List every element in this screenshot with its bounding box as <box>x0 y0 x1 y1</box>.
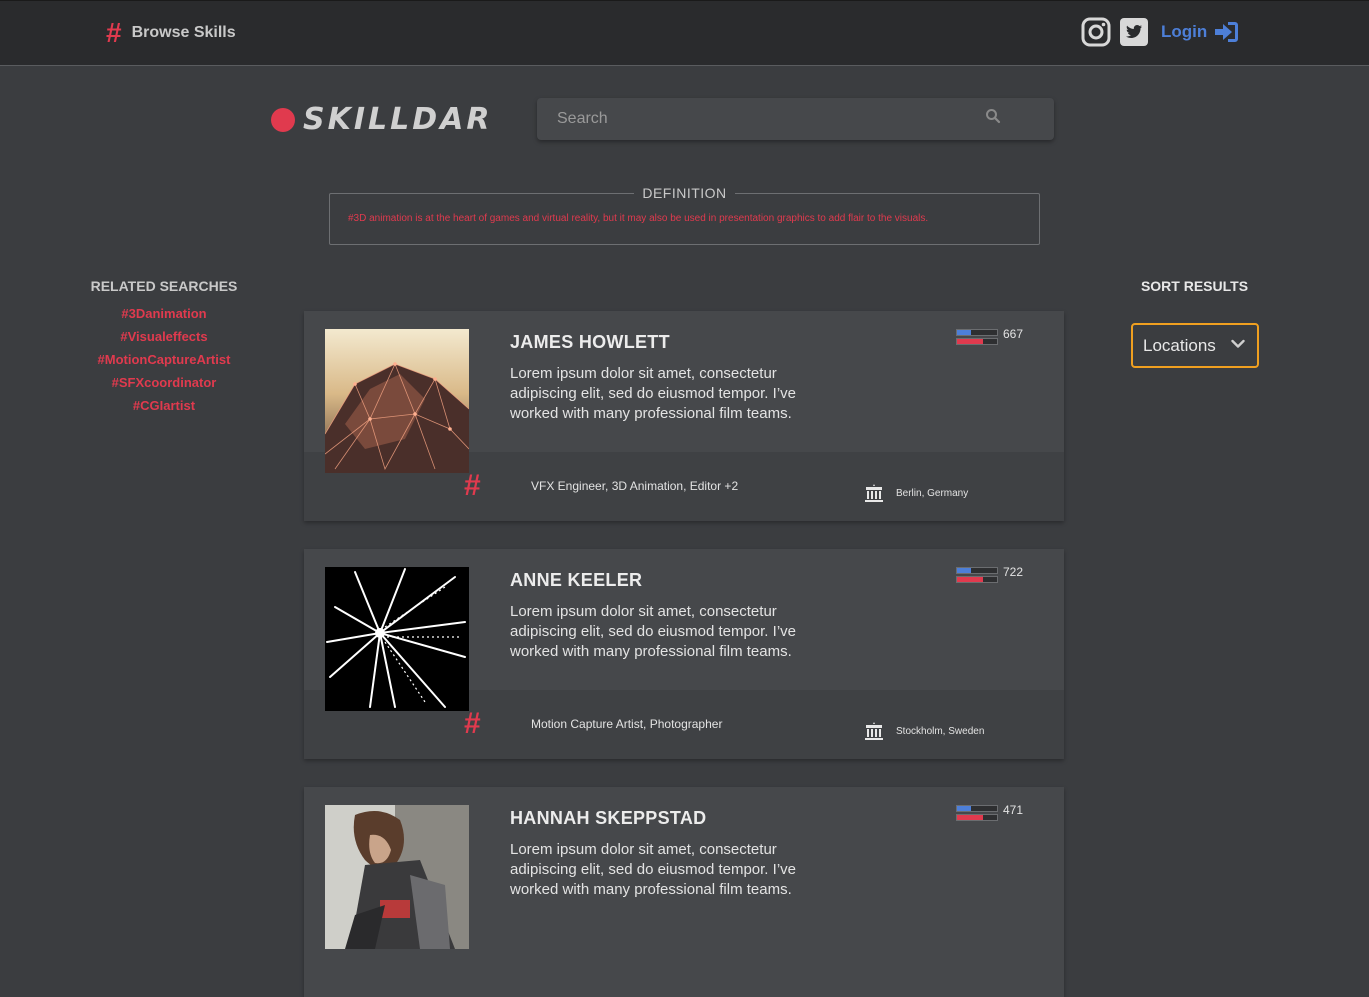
top-navbar: # Browse Skills Login <box>0 0 1369 66</box>
search-input[interactable] <box>537 98 979 140</box>
profile-score: 722 <box>956 565 1024 585</box>
profile-location: Stockholm, Sweden <box>864 721 984 741</box>
score-bar-red-fill <box>957 339 983 344</box>
related-searches-title: RELATED SEARCHES <box>90 278 238 294</box>
profile-name[interactable]: JAMES HOWLETT <box>510 332 670 353</box>
sort-select[interactable]: Locations <box>1131 323 1259 368</box>
location-text: Berlin, Germany <box>896 487 969 499</box>
score-bars <box>956 805 998 823</box>
score-bar-red-fill <box>957 815 983 820</box>
search-icon[interactable] <box>985 108 1005 128</box>
profile-description: Lorem ipsum dolor sit amet, consectetur … <box>510 841 796 898</box>
score-bar-red <box>956 814 998 821</box>
score-bar-blue <box>956 567 998 574</box>
hash-icon: # <box>464 707 481 740</box>
related-search-link[interactable]: #MotionCaptureArtist <box>80 353 248 376</box>
profile-skills: Motion Capture Artist, Photographer <box>531 717 723 731</box>
instagram-icon[interactable] <box>1081 17 1111 47</box>
landmark-icon <box>865 484 883 502</box>
browse-skills-label: Browse Skills <box>131 24 236 41</box>
definition-legend: DEFINITION <box>634 185 735 201</box>
score-bar-red-fill <box>957 577 983 582</box>
browse-skills-link[interactable]: # Browse Skills <box>106 19 236 47</box>
score-bar-red <box>956 576 998 583</box>
score-number: 471 <box>1003 803 1024 817</box>
profile-thumbnail[interactable] <box>325 567 469 711</box>
profile-card[interactable]: # JAMES HOWLETT Lorem ipsum dolor sit am… <box>304 311 1064 521</box>
twitter-icon[interactable] <box>1119 17 1149 47</box>
hash-icon: # <box>106 17 122 48</box>
login-button[interactable]: Login <box>1161 21 1239 43</box>
logo-text: SKILLDAR <box>303 102 493 137</box>
profile-thumbnail[interactable] <box>325 805 469 949</box>
profile-description: Lorem ipsum dolor sit amet, consectetur … <box>510 603 796 660</box>
profile-thumbnail[interactable] <box>325 329 469 473</box>
profile-card[interactable]: HANNAH SKEPPSTAD Lorem ipsum dolor sit a… <box>304 787 1064 997</box>
related-search-link[interactable]: #3Danimation <box>80 307 248 330</box>
related-search-link[interactable]: #Visualeffects <box>80 330 248 353</box>
score-bars <box>956 329 998 347</box>
score-bar-blue <box>956 805 998 812</box>
score-number: 722 <box>1003 565 1024 579</box>
login-label: Login <box>1161 22 1208 41</box>
profile-score: 667 <box>956 327 1024 347</box>
score-bar-blue-fill <box>957 806 971 811</box>
nav-right: Login <box>1081 17 1239 47</box>
score-number: 667 <box>1003 327 1024 341</box>
score-bar-blue-fill <box>957 330 971 335</box>
related-search-link[interactable]: #CGIartist <box>80 399 248 422</box>
hash-icon: # <box>464 469 481 502</box>
skilldar-logo[interactable]: SKILLDAR <box>271 102 492 137</box>
definition-text: #3D animation is at the heart of games a… <box>348 213 929 224</box>
definition-box: DEFINITION #3D animation is at the heart… <box>329 185 1040 245</box>
chevron-down-icon <box>1231 339 1245 348</box>
profile-skills: VFX Engineer, 3D Animation, Editor +2 <box>531 479 739 493</box>
profile-card[interactable]: # ANNE KEELER Lorem ipsum dolor sit amet… <box>304 549 1064 759</box>
sort-selected-value: Locations <box>1143 335 1216 355</box>
score-bar-blue-fill <box>957 568 971 573</box>
profile-name[interactable]: HANNAH SKEPPSTAD <box>510 808 706 829</box>
score-bar-red <box>956 338 998 345</box>
profile-score: 471 <box>956 803 1024 823</box>
profile-name[interactable]: ANNE KEELER <box>510 570 642 591</box>
profile-location: Berlin, Germany <box>864 483 968 503</box>
related-search-link[interactable]: #SFXcoordinator <box>80 376 248 399</box>
sort-results-title: SORT RESULTS <box>1140 278 1249 294</box>
score-bar-blue <box>956 329 998 336</box>
related-searches-list: #3Danimation #Visualeffects #MotionCaptu… <box>80 307 248 422</box>
search-bar <box>537 98 1054 140</box>
score-bars <box>956 567 998 585</box>
location-text: Stockholm, Sweden <box>896 725 985 737</box>
landmark-icon <box>865 722 883 740</box>
logo-dot-icon <box>271 107 295 132</box>
sign-in-icon <box>1215 22 1239 42</box>
profile-description: Lorem ipsum dolor sit amet, consectetur … <box>510 365 796 422</box>
